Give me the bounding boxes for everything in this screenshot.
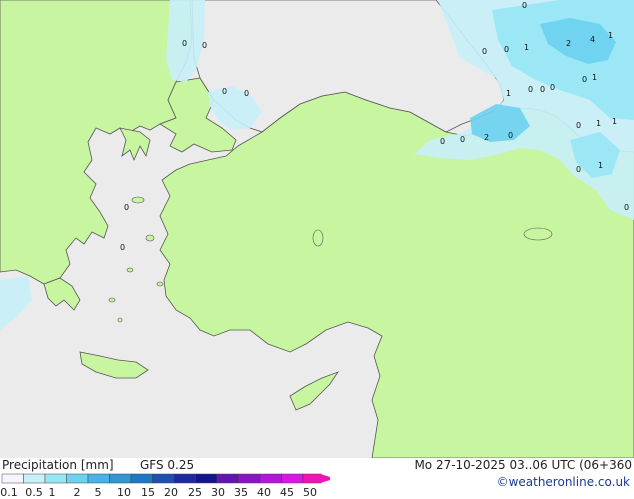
island (131, 196, 145, 204)
precip-value-label: 0 (222, 87, 227, 96)
precip-value-label: 2 (566, 39, 571, 48)
precipitation-map: 0 0 0 0 0 0 1 2 4 1 0 0 1 0 0 0 1 0 1 1 … (0, 0, 634, 458)
legend-tick-label: 20 (164, 486, 178, 499)
precip-value-label: 1 (506, 89, 511, 98)
island (145, 234, 155, 242)
precip-value-label: 0 (504, 45, 509, 54)
legend-swatch (1, 473, 24, 484)
precip-value-label: 0 (540, 85, 545, 94)
precip-value-label: 1 (524, 43, 529, 52)
precip-value-label: 0 (576, 165, 581, 174)
model-name: GFS 0.25 (140, 458, 195, 472)
precip-value-label: 0 (120, 243, 125, 252)
precip-value-label: 1 (612, 117, 617, 126)
legend-swatch (259, 473, 282, 484)
legend-tick-label: 10 (117, 486, 131, 499)
legend-swatch (281, 473, 304, 484)
legend-tick-label: 50 (303, 486, 317, 499)
legend-tick-label: 1 (48, 486, 56, 499)
precip-value-label: 0 (582, 75, 587, 84)
legend-arrow (320, 474, 330, 483)
island (117, 317, 123, 323)
precip-value-label: 0 (202, 41, 207, 50)
valid-time: Mo 27-10-2025 03..06 UTC (06+360 (414, 458, 632, 472)
island (523, 227, 553, 241)
island (312, 229, 324, 247)
legend-tick-label: 25 (188, 486, 202, 499)
legend-swatch (130, 473, 153, 484)
legend-swatch (216, 473, 239, 484)
precip-value-label: 0 (576, 121, 581, 130)
legend-swatch (23, 473, 46, 484)
precip-value-label: 1 (592, 73, 597, 82)
legend-swatch (87, 473, 110, 484)
legend-tick-label: 35 (234, 486, 248, 499)
precip-value-label: 0 (624, 203, 629, 212)
map-title: Precipitation [mm] (2, 458, 114, 472)
legend-tick-label: 15 (141, 486, 155, 499)
legend-swatch (152, 473, 175, 484)
precip-value-label: 1 (596, 119, 601, 128)
precip-value-label: 0 (244, 89, 249, 98)
precip-value-label: 0 (528, 85, 533, 94)
legend-tick-label: 2 (73, 486, 81, 499)
legend-tick-label: 40 (257, 486, 271, 499)
legend-swatch (173, 473, 196, 484)
legend-tick-label: 0.5 (25, 486, 43, 499)
precip-value-label: 2 (484, 133, 489, 142)
precip-value-label: 4 (590, 35, 595, 44)
island (126, 267, 134, 273)
precip-value-label: 0 (508, 131, 513, 140)
precip-value-label: 0 (182, 39, 187, 48)
legend-swatch (302, 473, 322, 484)
legend-swatch (195, 473, 218, 484)
legend-swatch (44, 473, 67, 484)
legend-swatch (238, 473, 261, 484)
precip-value-label: 0 (440, 137, 445, 146)
legend-tick-label: 30 (211, 486, 225, 499)
credit-link[interactable]: ©weatheronline.co.uk (497, 476, 630, 489)
legend-tick-label: 0.1 (0, 486, 18, 499)
legend-tick-label: 45 (280, 486, 294, 499)
precip-value-label: 0 (460, 135, 465, 144)
legend-swatch (109, 473, 132, 484)
island (156, 281, 164, 287)
precip-value-label: 1 (598, 161, 603, 170)
legend-tick-label: 5 (94, 486, 102, 499)
precip-value-label: 0 (482, 47, 487, 56)
precip-value-label: 0 (550, 83, 555, 92)
map-footer: Precipitation [mm] GFS 0.25 Mo 27-10-202… (0, 458, 634, 498)
precip-value-label: 1 (608, 31, 613, 40)
precip-value-label: 0 (522, 1, 527, 10)
precipitation-legend (1, 473, 330, 484)
precip-value-label: 0 (124, 203, 129, 212)
legend-swatch (66, 473, 89, 484)
island (108, 297, 116, 303)
